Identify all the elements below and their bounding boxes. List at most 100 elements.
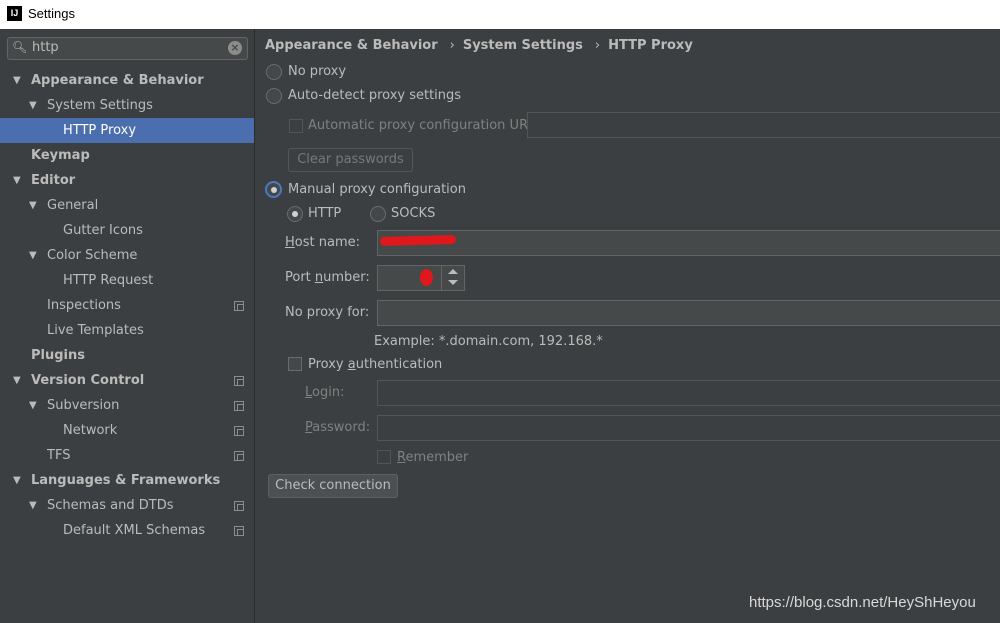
auto-config-url-field[interactable] — [527, 112, 1000, 138]
label-text: Port — [285, 270, 315, 285]
project-level-icon — [234, 301, 244, 311]
expand-arrow-icon[interactable]: ▼ — [13, 368, 21, 393]
login-label: Login: — [305, 385, 344, 400]
port-number-label: Port number: — [285, 270, 370, 285]
project-level-icon — [234, 426, 244, 436]
sidebar-item[interactable]: ▼ Schemas and DTDs — [0, 493, 254, 518]
app-logo-icon: IJ — [7, 6, 22, 21]
sidebar-item[interactable]: Live Templates — [0, 318, 254, 343]
sidebar-item-label: Live Templates — [47, 323, 144, 338]
label-text: Proxy — [308, 357, 348, 372]
sidebar-item-label: Gutter Icons — [63, 223, 143, 238]
remember-checkbox[interactable] — [377, 450, 391, 464]
auto-config-url-checkbox[interactable] — [289, 119, 303, 133]
project-level-icon — [234, 401, 244, 411]
expand-arrow-icon[interactable]: ▼ — [29, 193, 37, 218]
expand-arrow-icon[interactable]: ▼ — [13, 468, 21, 493]
mnemonic: H — [285, 235, 295, 250]
sidebar-item-label: Version Control — [31, 373, 145, 388]
manual-proxy-radio[interactable] — [265, 181, 282, 198]
login-field[interactable] — [377, 380, 1000, 406]
auto-detect-label[interactable]: Auto-detect proxy settings — [288, 88, 461, 103]
sidebar-item[interactable]: ▼ Color Scheme — [0, 243, 254, 268]
expand-arrow-icon[interactable]: ▼ — [13, 68, 21, 93]
sidebar-item-label: Languages & Frameworks — [31, 473, 221, 488]
label-text: assword: — [312, 420, 371, 435]
sidebar-item-label: HTTP Request — [63, 273, 154, 288]
sidebar-item[interactable]: ▼ Version Control — [0, 368, 254, 393]
expand-arrow-icon[interactable]: ▼ — [29, 493, 37, 518]
clear-passwords-button[interactable]: Clear passwords — [288, 148, 413, 172]
settings-sidebar: 🔍︎ http × ▼ Appearance & Behavior ▼ System … — [0, 29, 255, 623]
remember-label: Remember — [397, 450, 468, 465]
host-name-field[interactable] — [377, 230, 1000, 256]
label-text: ost name: — [294, 235, 360, 250]
proxy-authentication-checkbox[interactable] — [288, 357, 302, 371]
sidebar-item[interactable]: ▼ Appearance & Behavior — [0, 68, 254, 93]
label-text: umber: — [323, 270, 370, 285]
window-title: Settings — [28, 6, 75, 21]
breadcrumb: Appearance & Behavior › System Settings › HT… — [265, 38, 697, 53]
password-field[interactable] — [377, 415, 1000, 441]
search-input[interactable]: 🔍︎ http × — [7, 37, 248, 60]
sidebar-item[interactable]: ▼ Languages & Frameworks — [0, 468, 254, 493]
breadcrumb-separator-icon: › — [594, 38, 601, 53]
sidebar-item[interactable]: ▼ Subversion — [0, 393, 254, 418]
port-spinner[interactable] — [441, 266, 464, 290]
sidebar-item[interactable]: TFS — [0, 443, 254, 468]
watermark: https://blog.csdn.net/HeyShHeyou — [749, 594, 976, 611]
mnemonic: L — [305, 385, 313, 400]
mnemonic: a — [347, 357, 356, 372]
title-bar: IJ Settings — [0, 0, 1000, 29]
sidebar-item[interactable]: ▼ System Settings — [0, 93, 254, 118]
sidebar-item[interactable]: Plugins — [0, 343, 254, 368]
sidebar-item[interactable]: HTTP Request — [0, 268, 254, 293]
socks-label[interactable]: SOCKS — [391, 206, 435, 221]
label-text: uthentication — [355, 357, 443, 372]
label-text: emember — [405, 450, 469, 465]
socks-radio[interactable] — [370, 206, 386, 222]
sidebar-item-label: Color Scheme — [47, 248, 138, 263]
http-label[interactable]: HTTP — [308, 206, 341, 221]
sidebar-item-label: Schemas and DTDs — [47, 498, 174, 513]
project-level-icon — [234, 451, 244, 461]
breadcrumb-item: Appearance & Behavior — [265, 38, 438, 53]
spinner-down-icon[interactable] — [448, 280, 458, 285]
project-level-icon — [234, 501, 244, 511]
no-proxy-label[interactable]: No proxy — [288, 64, 346, 79]
sidebar-item[interactable]: Default XML Schemas — [0, 518, 254, 543]
sidebar-item[interactable]: Gutter Icons — [0, 218, 254, 243]
auto-detect-radio[interactable] — [266, 88, 282, 104]
sidebar-item[interactable]: ▼ General — [0, 193, 254, 218]
expand-arrow-icon[interactable]: ▼ — [29, 93, 37, 118]
proxy-authentication-label[interactable]: Proxy authentication — [308, 357, 442, 372]
expand-arrow-icon[interactable]: ▼ — [29, 393, 37, 418]
sidebar-item-label: Default XML Schemas — [63, 523, 206, 538]
sidebar-item[interactable]: ▼ Editor — [0, 168, 254, 193]
expand-arrow-icon[interactable]: ▼ — [13, 168, 21, 193]
sidebar-item-label: Keymap — [31, 148, 90, 163]
sidebar-item-label: Editor — [31, 173, 76, 188]
sidebar-item-label: General — [47, 198, 99, 213]
clear-search-icon[interactable]: × — [228, 41, 242, 55]
expand-arrow-icon[interactable]: ▼ — [29, 243, 37, 268]
manual-proxy-label[interactable]: Manual proxy configuration — [288, 182, 466, 197]
sidebar-item[interactable]: Network — [0, 418, 254, 443]
sidebar-item[interactable]: Keymap — [0, 143, 254, 168]
example-hint: Example: *.domain.com, 192.168.* — [374, 334, 603, 349]
sidebar-item[interactable]: Inspections — [0, 293, 254, 318]
spinner-up-icon[interactable] — [448, 269, 458, 274]
redaction-mark — [420, 269, 433, 286]
check-connection-button[interactable]: Check connection — [268, 474, 398, 498]
host-name-label: Host name: — [285, 235, 360, 250]
no-proxy-for-field[interactable] — [377, 300, 1000, 326]
port-number-field[interactable] — [377, 265, 465, 291]
sidebar-item-label: Appearance & Behavior — [31, 73, 204, 88]
password-label: Password: — [305, 420, 370, 435]
mnemonic: n — [314, 270, 324, 285]
search-icon[interactable]: 🔍︎ — [12, 40, 27, 54]
sidebar-item[interactable]: HTTP Proxy — [0, 118, 254, 143]
http-radio[interactable] — [287, 206, 303, 222]
no-proxy-radio[interactable] — [266, 64, 282, 80]
auto-config-url-label: Automatic proxy configuration URL: — [308, 118, 540, 133]
